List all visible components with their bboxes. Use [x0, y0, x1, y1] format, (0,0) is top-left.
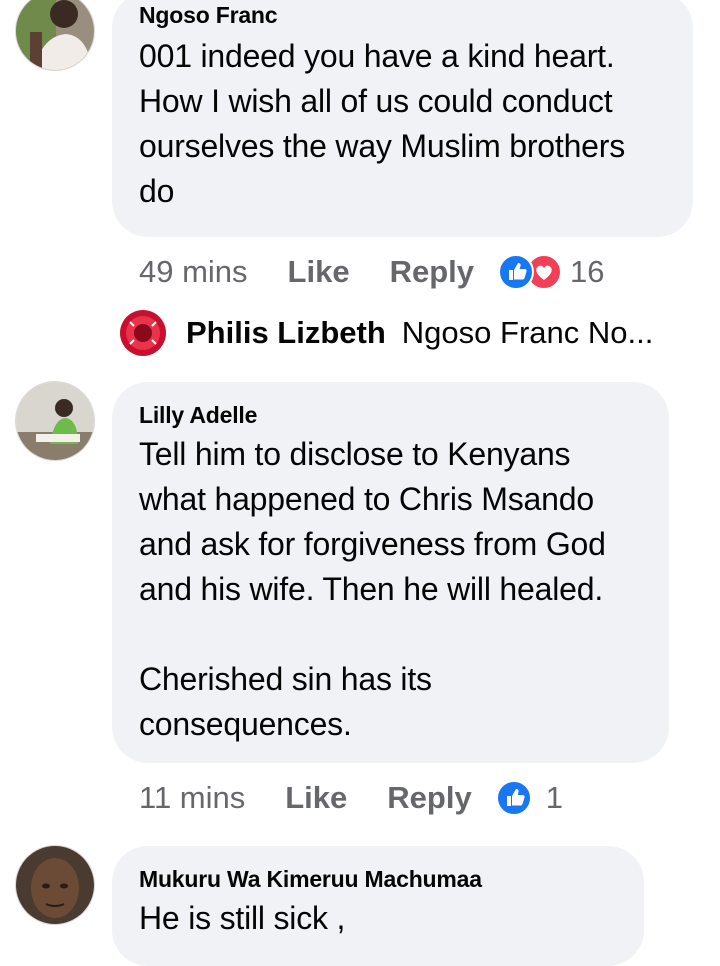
comment-time[interactable]: 11 mins: [139, 780, 245, 816]
reaction-count: 1: [545, 780, 563, 815]
reply-button[interactable]: Reply: [387, 780, 471, 816]
reply-author[interactable]: Philis Lizbeth: [186, 315, 386, 351]
like-button[interactable]: Like: [288, 254, 350, 290]
reply-preview[interactable]: Philis Lizbeth Ngoso Franc No...: [120, 308, 653, 358]
avatar[interactable]: [16, 0, 94, 70]
comment-actions: 11 mins Like Reply 1: [139, 778, 563, 818]
comment-text: He is still sick ,: [139, 900, 346, 936]
comment-author[interactable]: Lilly Adelle: [139, 400, 643, 430]
reactions-summary[interactable]: 1: [495, 780, 563, 816]
comment-text: Tell him to disclose to Kenyans what hap…: [139, 436, 606, 742]
like-icon: [495, 780, 532, 816]
like-icon: [498, 254, 534, 290]
comment-bubble: Ngoso Franc 001 indeed you have a kind h…: [112, 0, 693, 237]
reply-button[interactable]: Reply: [390, 254, 474, 290]
reaction-count: 16: [570, 254, 605, 289]
comment-author[interactable]: Ngoso Franc: [139, 0, 667, 30]
like-button[interactable]: Like: [285, 780, 347, 816]
comment-bubble: Mukuru Wa Kimeruu Machumaa He is still s…: [112, 846, 644, 966]
reply-preview-text: Ngoso Franc No...: [401, 315, 654, 350]
reply-avatar: [120, 310, 166, 356]
comment-time[interactable]: 49 mins: [139, 254, 248, 290]
comment-text: 001 indeed you have a kind heart. How I …: [139, 38, 626, 209]
avatar[interactable]: [16, 382, 94, 460]
comment-author[interactable]: Mukuru Wa Kimeruu Machumaa: [139, 864, 618, 894]
comment-bubble: Lilly Adelle Tell him to disclose to Ken…: [112, 382, 669, 763]
comment-actions: 49 mins Like Reply 16: [139, 252, 604, 292]
avatar[interactable]: [16, 846, 94, 924]
reactions-summary[interactable]: 16: [498, 254, 604, 290]
